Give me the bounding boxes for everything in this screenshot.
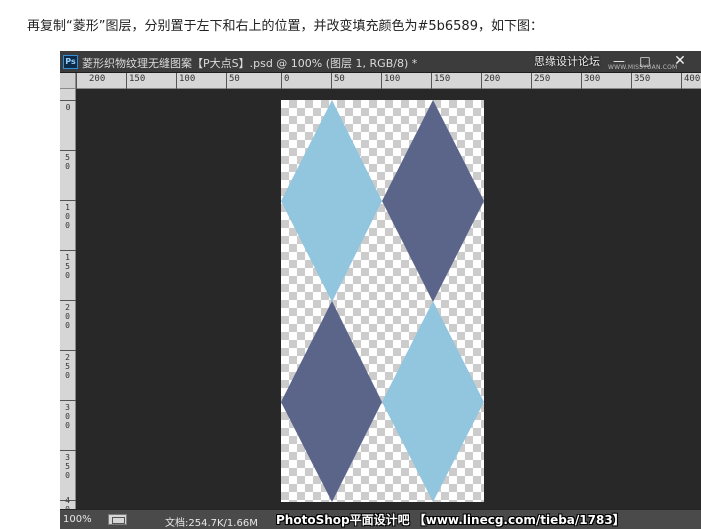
- ruler-label: 100: [65, 203, 70, 230]
- watermark-logo-text: 思缘设计论坛: [534, 55, 600, 68]
- ruler-label: 350: [634, 74, 651, 84]
- ruler-label: 200: [89, 74, 106, 84]
- ruler-label: 200: [65, 303, 70, 330]
- diamond-dark-top-right: [382, 100, 484, 302]
- minimize-button[interactable]: —: [608, 53, 630, 69]
- document-canvas[interactable]: [281, 100, 484, 502]
- caption-text: 再复制“菱形”图层，分别置于左下和右上的位置，并改变填充颜色为#5b6589，如…: [27, 19, 543, 34]
- ruler-label: 50: [229, 74, 240, 84]
- ruler-label: 50: [334, 74, 345, 84]
- ruler-label: 100: [179, 74, 196, 84]
- ruler-label: 150: [129, 74, 146, 84]
- ruler-label: 350: [65, 453, 70, 480]
- document-title: 菱形织物纹理无缝图案【P大点S】.psd @ 100% (图层 1, RGB/8…: [82, 57, 418, 70]
- ruler-label: 250: [534, 74, 551, 84]
- diamond-dark-bottom-left: [281, 301, 382, 502]
- close-button[interactable]: ✕: [669, 53, 691, 69]
- diamond-pattern: [281, 100, 484, 502]
- photoshop-document-window[interactable]: Ps 菱形织物纹理无缝图案【P大点S】.psd @ 100% (图层 1, RG…: [60, 51, 701, 529]
- ruler-label: 300: [584, 74, 601, 84]
- diamond-light-bottom-right: [382, 301, 484, 502]
- title-bar[interactable]: Ps 菱形织物纹理无缝图案【P大点S】.psd @ 100% (图层 1, RG…: [60, 51, 701, 73]
- status-bar: 100% 文档:254.7K/1.66M PhotoShop平面设计吧 【www…: [60, 509, 701, 529]
- watermark-bottom-text: PhotoShop平面设计吧 【www.linecg.com/tieba/178…: [276, 513, 625, 527]
- ruler-label: 400: [684, 74, 701, 84]
- maximize-button[interactable]: □: [634, 53, 656, 69]
- ruler-label: 300: [65, 403, 70, 430]
- diamond-light-top-left: [281, 100, 382, 302]
- zoom-level-field[interactable]: 100%: [63, 513, 107, 526]
- status-info-icon[interactable]: [108, 514, 127, 525]
- ruler-origin-corner[interactable]: [60, 73, 76, 89]
- horizontal-ruler[interactable]: 200 150 100 50 0 50 100 150 200 250 300 …: [76, 73, 701, 89]
- ruler-label: 100: [384, 74, 401, 84]
- ruler-label: 0: [65, 103, 71, 112]
- ruler-label: 150: [434, 74, 451, 84]
- ruler-label: 150: [65, 253, 70, 280]
- ruler-label: 200: [484, 74, 501, 84]
- ruler-label: 250: [65, 353, 70, 380]
- photoshop-app-icon: Ps: [63, 55, 78, 69]
- ruler-label: 0: [284, 74, 290, 84]
- document-size-info[interactable]: 文档:254.7K/1.66M: [165, 514, 258, 529]
- ruler-label: 50: [65, 153, 70, 171]
- vertical-ruler[interactable]: 0 50 100 150 200 250 300 350 400: [60, 89, 76, 523]
